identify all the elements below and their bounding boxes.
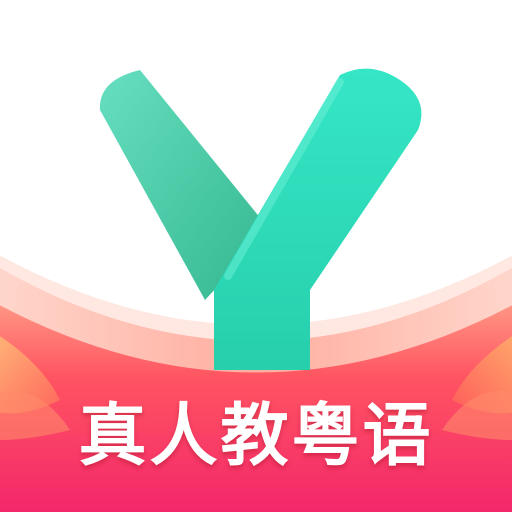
tagline-text: 真人教粤语 [78, 397, 434, 476]
app-icon[interactable]: 真人教粤语 [0, 0, 512, 512]
